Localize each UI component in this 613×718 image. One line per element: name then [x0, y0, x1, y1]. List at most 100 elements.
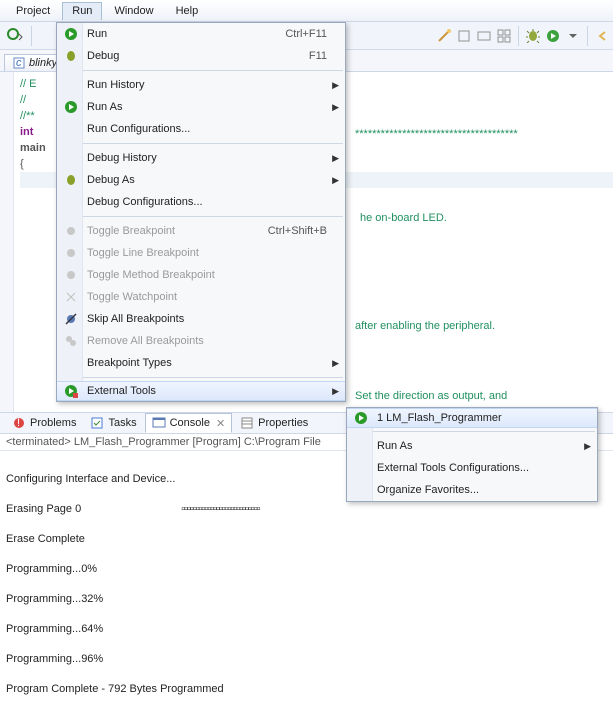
- submenu-run-as[interactable]: Run As ▶: [347, 435, 597, 457]
- submenu-organize-favorites[interactable]: Organize Favorites...: [347, 479, 597, 501]
- tab-tasks[interactable]: Tasks: [84, 414, 142, 432]
- menu-run-as[interactable]: Run As ▶: [57, 96, 345, 118]
- menu-run[interactable]: Run: [62, 2, 102, 20]
- console-line: Programming...32%: [6, 592, 607, 607]
- back-arrow-icon[interactable]: [593, 27, 611, 45]
- menu-separator: [59, 143, 343, 144]
- properties-icon: [240, 416, 254, 430]
- menu-label: Debug: [87, 50, 309, 62]
- menu-help[interactable]: Help: [166, 2, 209, 20]
- console-icon: [152, 416, 166, 430]
- menu-separator: [349, 431, 595, 432]
- run-dropdown-icon[interactable]: [544, 27, 562, 45]
- menu-label: External Tools: [87, 385, 327, 397]
- submenu-arrow-icon: ▶: [584, 441, 591, 452]
- menu-label: Run History: [87, 79, 327, 91]
- code-comment: Set the direction as output, and: [355, 388, 507, 404]
- menu-external-tools[interactable]: External Tools ▶: [57, 381, 345, 401]
- menu-label: Toggle Watchpoint: [87, 291, 327, 303]
- tab-label: Problems: [30, 417, 76, 429]
- menu-label: Remove All Breakpoints: [87, 335, 327, 347]
- menu-shortcut: F11: [309, 50, 327, 62]
- menu-window[interactable]: Window: [104, 2, 163, 20]
- menu-label: Debug History: [87, 152, 327, 164]
- menu-label: Breakpoint Types: [87, 357, 327, 369]
- menu-separator: [59, 377, 343, 378]
- submenu-arrow-icon: ▶: [332, 80, 339, 91]
- menu-skip-breakpoints[interactable]: Skip All Breakpoints: [57, 308, 345, 330]
- close-icon[interactable]: ✕: [216, 417, 225, 430]
- wand-icon[interactable]: [435, 27, 453, 45]
- menu-label: Debug Configurations...: [87, 196, 327, 208]
- code-comment: **************************************: [355, 126, 518, 142]
- menu-label: Debug As: [87, 174, 327, 186]
- menubar: Project Run Window Help: [0, 0, 613, 22]
- menu-run-history[interactable]: Run History ▶: [57, 74, 345, 96]
- debug-dropdown-icon[interactable]: [524, 27, 542, 45]
- c-file-icon: c: [13, 57, 25, 69]
- menu-label: Toggle Line Breakpoint: [87, 247, 327, 259]
- submenu-external-tools-config[interactable]: External Tools Configurations...: [347, 457, 597, 479]
- tab-problems[interactable]: ! Problems: [6, 414, 82, 432]
- toolbar-separator: [31, 26, 32, 46]
- menu-project[interactable]: Project: [6, 2, 60, 20]
- menu-debug-as[interactable]: Debug As ▶: [57, 169, 345, 191]
- menu-label: Run As: [377, 440, 579, 452]
- submenu-arrow-icon: ▶: [332, 153, 339, 164]
- menu-toggle-method-breakpoint: Toggle Method Breakpoint: [57, 264, 345, 286]
- right-toolbar: [435, 23, 611, 49]
- run-icon: [63, 26, 79, 42]
- menu-debug-configurations[interactable]: Debug Configurations...: [57, 191, 345, 213]
- menu-debug-history[interactable]: Debug History ▶: [57, 147, 345, 169]
- menu-run[interactable]: Run Ctrl+F11: [57, 23, 345, 45]
- svg-text:c: c: [16, 57, 22, 69]
- external-tools-icon: [63, 383, 79, 399]
- submenu-arrow-icon: ▶: [332, 175, 339, 186]
- menu-run-configurations[interactable]: Run Configurations...: [57, 118, 345, 140]
- console-line: Programming...64%: [6, 622, 607, 637]
- console-line: Programming...96%: [6, 652, 607, 667]
- tasks-icon: [90, 416, 104, 430]
- check-icon[interactable]: [455, 27, 473, 45]
- tab-label: Console: [170, 417, 210, 429]
- menu-label: 1 LM_Flash_Programmer: [377, 412, 579, 424]
- console-line: Program Complete - 792 Bytes Programmed: [6, 682, 607, 697]
- folder-icon[interactable]: [475, 27, 493, 45]
- run-icon: [353, 410, 369, 426]
- external-tools-submenu: 1 LM_Flash_Programmer Run As ▶ External T…: [346, 407, 598, 502]
- console-line: Programming...0%: [6, 562, 607, 577]
- breakpoint-icon: [63, 267, 79, 283]
- menu-label: Organize Favorites...: [377, 484, 579, 496]
- menu-toggle-breakpoint: Toggle Breakpoint Ctrl+Shift+B: [57, 220, 345, 242]
- menu-label: Run As: [87, 101, 327, 113]
- dropdown-arrow-icon[interactable]: [564, 27, 582, 45]
- grid-icon[interactable]: [495, 27, 513, 45]
- submenu-lm-flash-programmer[interactable]: 1 LM_Flash_Programmer: [347, 408, 597, 428]
- toolbar-separator: [518, 26, 519, 46]
- menu-breakpoint-types[interactable]: Breakpoint Types▶: [57, 352, 345, 374]
- menu-debug[interactable]: Debug F11: [57, 45, 345, 67]
- run-icon: [63, 99, 79, 115]
- menu-label: Toggle Breakpoint: [87, 225, 268, 237]
- menu-shortcut: Ctrl+Shift+B: [268, 225, 327, 237]
- tab-console[interactable]: Console ✕: [145, 413, 233, 433]
- new-dropdown-icon[interactable]: [4, 25, 26, 47]
- tab-properties[interactable]: Properties: [234, 414, 314, 432]
- menu-label: Skip All Breakpoints: [87, 313, 327, 325]
- submenu-arrow-icon: ▶: [332, 102, 339, 113]
- breakpoint-icon: [63, 223, 79, 239]
- editor-tab-label: blinky: [29, 57, 57, 69]
- bug-icon: [63, 172, 79, 188]
- menu-toggle-line-breakpoint: Toggle Line Breakpoint: [57, 242, 345, 264]
- menu-remove-breakpoints: Remove All Breakpoints: [57, 330, 345, 352]
- menu-shortcut: Ctrl+F11: [285, 28, 327, 40]
- tab-label: Tasks: [108, 417, 136, 429]
- code-comment: after enabling the peripheral.: [355, 318, 495, 334]
- bug-icon: [63, 48, 79, 64]
- tab-label: Properties: [258, 417, 308, 429]
- submenu-arrow-icon: ▶: [332, 386, 339, 397]
- menu-label: Run: [87, 28, 285, 40]
- editor-gutter: [0, 72, 14, 412]
- menu-separator: [59, 216, 343, 217]
- watchpoint-icon: [63, 289, 79, 305]
